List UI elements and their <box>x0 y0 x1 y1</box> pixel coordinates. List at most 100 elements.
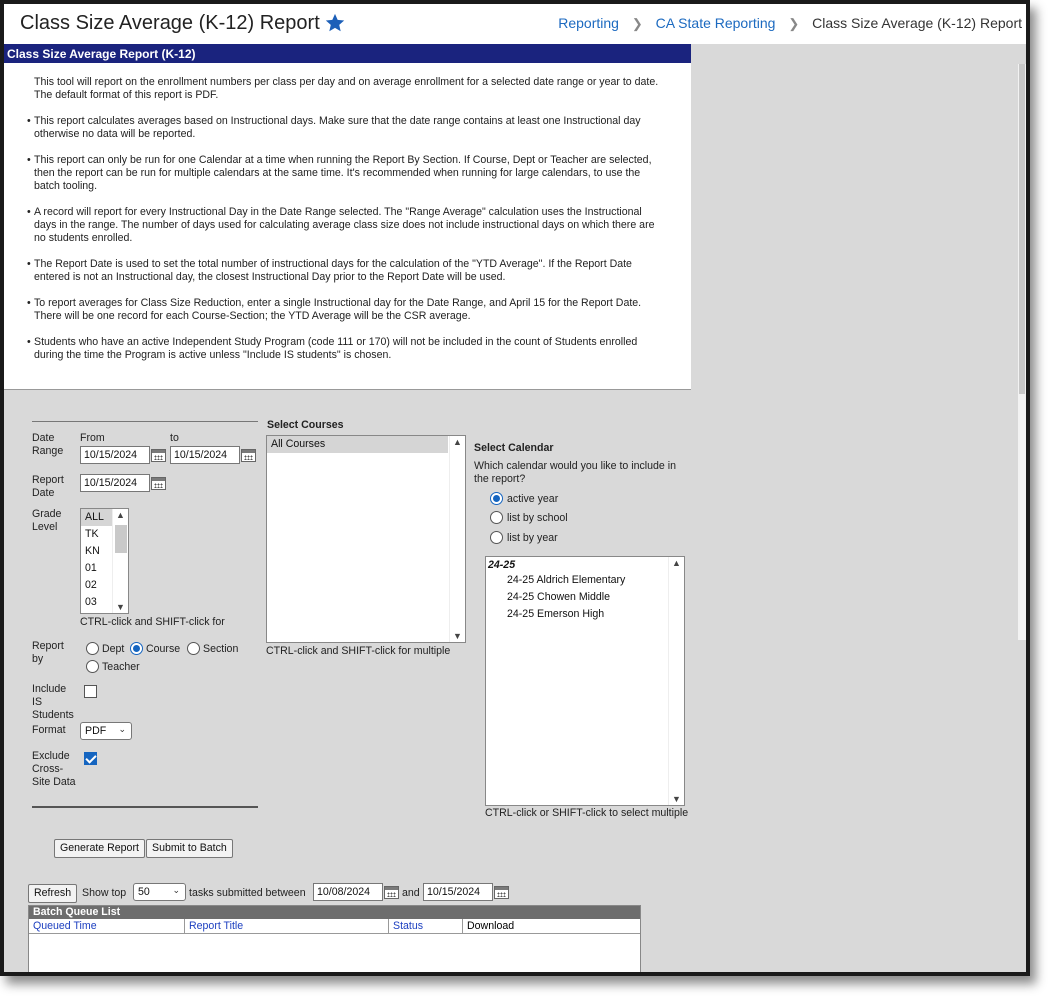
format-label: Format <box>32 724 66 736</box>
batch-queue-title: Batch Queue List <box>29 906 640 919</box>
grade-level-label-line: Level <box>32 521 58 533</box>
format-select[interactable]: PDF ⌄ <box>80 722 132 740</box>
info-body: This tool will report on the enrollment … <box>4 63 691 362</box>
info-bullet: A record will report for every Instructi… <box>27 206 666 246</box>
exclude-cross-site-label: Exclude Cross- Site Data <box>32 750 76 789</box>
report-date-input[interactable]: 10/15/2024 <box>80 474 150 492</box>
column-report-title[interactable]: Report Title <box>185 919 389 934</box>
calendar-icon[interactable] <box>151 477 166 490</box>
report-by-dept-radio[interactable] <box>86 642 99 655</box>
report-by-teacher-radio[interactable] <box>86 660 99 673</box>
report-by-section-radio[interactable] <box>187 642 200 655</box>
and-label: and <box>402 887 420 899</box>
chevron-right-icon: ❯ <box>788 16 800 31</box>
show-top-select[interactable]: 50 ⌄ <box>133 883 186 901</box>
chevron-right-icon: ❯ <box>631 16 643 31</box>
report-by-label-line: by <box>32 653 44 665</box>
breadcrumb-ca-state-reporting[interactable]: CA State Reporting <box>656 15 776 31</box>
grade-level-listbox[interactable]: ALL TK KN 01 02 03 ▲ ▼ <box>80 508 129 614</box>
chevron-down-icon: ⌄ <box>172 885 180 895</box>
breadcrumb-current: Class Size Average (K-12) Report <box>812 15 1022 31</box>
calendar-list-by-school-radio[interactable] <box>490 511 503 524</box>
calendar-list-by-school-label: list by school <box>507 512 568 524</box>
info-bullet: Students who have an active Independent … <box>27 336 666 362</box>
batch-start-date-input[interactable]: 10/08/2024 <box>313 883 383 901</box>
window-frame: Class Size Average (K-12) Report Reporti… <box>0 0 1030 976</box>
divider <box>32 421 258 422</box>
batch-queue-list: Batch Queue List Queued Time Report Titl… <box>28 905 641 972</box>
exclude-cross-site-checkbox[interactable] <box>84 752 97 765</box>
course-option[interactable]: All Courses <box>267 436 448 453</box>
calendars-scrollbar[interactable]: ▲ ▼ <box>668 557 684 805</box>
submit-to-batch-button[interactable]: Submit to Batch <box>146 839 233 858</box>
report-by-label: Report by <box>32 640 64 666</box>
calendar-icon[interactable] <box>494 886 509 899</box>
generate-report-button[interactable]: Generate Report <box>54 839 145 858</box>
select-calendar-title: Select Calendar <box>474 442 554 454</box>
grade-hint: CTRL-click and SHIFT-click for <box>80 616 225 628</box>
grade-scrollbar[interactable]: ▲ ▼ <box>112 509 128 613</box>
include-is-label-line: IS <box>32 696 43 708</box>
chevron-down-icon[interactable]: ▼ <box>116 602 125 612</box>
column-status[interactable]: Status <box>389 919 463 934</box>
info-bullet: This report can only be run for one Cale… <box>27 154 666 194</box>
calendar-option[interactable]: 24-25 Aldrich Elementary <box>486 572 684 589</box>
report-date-label: Report Date <box>32 474 64 500</box>
batch-end-date-input[interactable]: 10/15/2024 <box>423 883 493 901</box>
info-bullets: This report calculates averages based on… <box>27 115 666 362</box>
info-bullet: The Report Date is used to set the total… <box>27 258 666 284</box>
page-scrollbar-thumb[interactable] <box>1019 64 1025 394</box>
chevron-down-icon[interactable]: ▼ <box>672 794 681 804</box>
calendar-icon[interactable] <box>151 449 166 462</box>
format-value: PDF <box>85 725 107 737</box>
calendar-option[interactable]: 24-25 Chowen Middle <box>486 589 684 606</box>
report-by-dept-label: Dept <box>102 643 125 655</box>
date-range-label-line: Date <box>32 432 55 444</box>
chevron-down-icon: ⌄ <box>118 724 126 734</box>
show-top-value: 50 <box>138 886 150 898</box>
calendar-icon[interactable] <box>241 449 256 462</box>
select-courses-title: Select Courses <box>267 419 344 431</box>
info-bullet: To report averages for Class Size Reduct… <box>27 297 666 323</box>
courses-listbox[interactable]: All Courses ▲ ▼ <box>266 435 466 643</box>
calendars-listbox[interactable]: 24-25 24-25 Aldrich Elementary 24-25 Cho… <box>485 556 685 806</box>
refresh-button[interactable]: Refresh <box>28 884 78 903</box>
breadcrumb-reporting[interactable]: Reporting <box>558 15 619 31</box>
batch-queue-header: Queued Time Report Title Status Download <box>29 919 640 934</box>
include-is-checkbox[interactable] <box>84 685 97 698</box>
divider <box>32 806 258 808</box>
info-title: Class Size Average Report (K-12) <box>4 44 691 63</box>
chevron-up-icon[interactable]: ▲ <box>453 437 462 447</box>
page-scrollbar[interactable] <box>1018 64 1026 640</box>
calendar-list-by-year-radio[interactable] <box>490 531 503 544</box>
info-intro: This tool will report on the enrollment … <box>34 76 659 102</box>
calendar-hint: CTRL-click or SHIFT-click to select mult… <box>485 807 689 819</box>
chevron-up-icon[interactable]: ▲ <box>116 510 125 520</box>
content-area: Class Size Average Report (K-12) This to… <box>4 44 1026 972</box>
calendar-option[interactable]: 24-25 Emerson High <box>486 606 684 623</box>
report-by-label-line: Report <box>32 640 64 652</box>
report-by-teacher-label: Teacher <box>102 661 140 673</box>
report-by-course-radio[interactable] <box>130 642 143 655</box>
report-by-course-label: Course <box>146 643 181 655</box>
column-queued-time[interactable]: Queued Time <box>29 919 185 934</box>
star-icon[interactable] <box>324 12 346 34</box>
calendar-icon[interactable] <box>384 886 399 899</box>
include-is-label-line: Students <box>32 709 74 721</box>
report-by-section-label: Section <box>203 643 239 655</box>
from-date-input[interactable]: 10/15/2024 <box>80 446 150 464</box>
report-date-label-line: Date <box>32 487 55 499</box>
info-panel: Class Size Average Report (K-12) This to… <box>4 44 691 390</box>
breadcrumb: Reporting ❯ CA State Reporting ❯ Class S… <box>558 15 1022 32</box>
grade-scrollbar-thumb[interactable] <box>115 525 127 553</box>
to-date-input[interactable]: 10/15/2024 <box>170 446 240 464</box>
chevron-up-icon[interactable]: ▲ <box>672 558 681 568</box>
include-is-label: Include IS Students <box>32 683 74 722</box>
chevron-down-icon[interactable]: ▼ <box>453 631 462 641</box>
courses-scrollbar[interactable]: ▲ ▼ <box>449 436 465 642</box>
exclude-label-line: Cross- <box>32 763 64 775</box>
calendar-active-year-radio[interactable] <box>490 492 503 505</box>
from-label: From <box>80 432 105 444</box>
calendar-question: Which calendar would you like to include… <box>474 460 676 485</box>
date-range-label-line: Range <box>32 445 64 457</box>
